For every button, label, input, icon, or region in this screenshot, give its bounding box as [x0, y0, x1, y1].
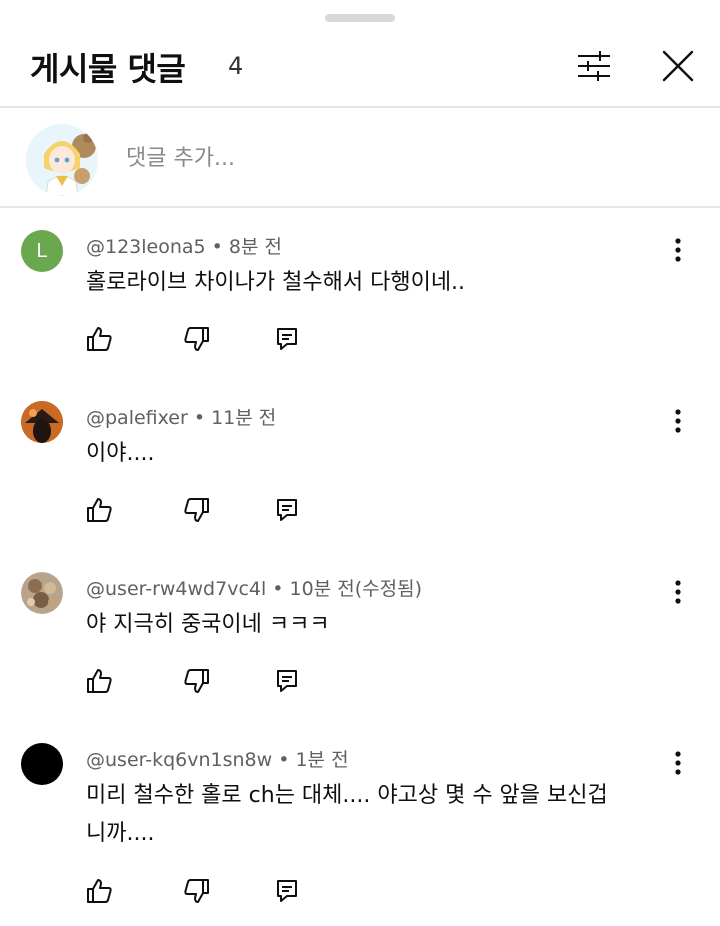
add-comment-row	[0, 108, 720, 206]
avatar-letter: L	[36, 239, 48, 262]
comment-actions	[84, 876, 324, 906]
comment-text: 미리 철수한 홀로 ch는 대체.... 야고상 몇 수 앞을 보신겁니까...…	[86, 783, 608, 846]
thumbs-up-icon	[87, 879, 112, 903]
more-vertical-icon	[675, 238, 681, 262]
user-avatar-image	[21, 572, 63, 614]
thumbs-up-icon	[87, 669, 112, 693]
dislike-button[interactable]	[182, 876, 212, 906]
add-comment-input[interactable]	[126, 138, 666, 178]
comment-meta: @user-kq6vn1sn8w • 1분 전	[86, 749, 349, 771]
thumbs-down-icon	[184, 498, 209, 522]
reply-button[interactable]	[272, 324, 302, 354]
reply-button[interactable]	[272, 876, 302, 906]
close-icon	[662, 50, 694, 82]
like-button[interactable]	[84, 324, 114, 354]
drag-handle[interactable]	[325, 14, 395, 22]
comment-item: L @123leona5 • 8분 전 홀로라이브 차이나가 철수해서 다행이네…	[0, 230, 720, 360]
comment-text: 이야....	[86, 441, 155, 466]
reply-comment-icon	[277, 880, 297, 902]
dislike-button[interactable]	[182, 666, 212, 696]
comment-count: 4	[228, 52, 244, 80]
comments-sheet: 게시물 댓글 4 댓글 추가... L @123leona5 • 8분 전 홀로…	[0, 0, 720, 926]
reply-comment-icon	[277, 499, 297, 521]
dislike-button[interactable]	[182, 495, 212, 525]
avatar[interactable]	[21, 743, 63, 785]
comment-actions	[84, 495, 324, 525]
close-button[interactable]	[656, 44, 700, 88]
reply-button[interactable]	[272, 495, 302, 525]
comment-more-button[interactable]	[664, 401, 692, 441]
comment-more-button[interactable]	[664, 572, 692, 612]
thumbs-up-icon	[87, 327, 112, 351]
dislike-button[interactable]	[182, 324, 212, 354]
comment-item: @palefixer • 11분 전 이야....	[0, 401, 720, 531]
avatar[interactable]: L	[21, 230, 63, 272]
more-vertical-icon	[675, 580, 681, 604]
thumbs-down-icon	[184, 327, 209, 351]
reply-comment-icon	[277, 670, 297, 692]
filter-sliders-icon	[578, 51, 610, 81]
comments-header: 게시물 댓글 4	[0, 30, 720, 106]
filter-button[interactable]	[572, 44, 616, 88]
comment-item: @user-rw4wd7vc4l • 10분 전(수정됨) 야 지극히 중국이네…	[0, 572, 720, 702]
comment-text: 야 지극히 중국이네 ㅋㅋㅋ	[86, 612, 330, 637]
user-avatar-image	[21, 401, 63, 443]
comment-actions	[84, 324, 324, 354]
avatar	[26, 124, 98, 196]
avatar[interactable]	[21, 401, 63, 443]
comment-meta: @123leona5 • 8분 전	[86, 236, 283, 258]
reply-comment-icon	[277, 328, 297, 350]
add-comment-divider	[0, 206, 720, 208]
thumbs-up-icon	[87, 498, 112, 522]
reply-button[interactable]	[272, 666, 302, 696]
comment-text: 홀로라이브 차이나가 철수해서 다행이네..	[86, 270, 466, 295]
avatar[interactable]	[21, 572, 63, 614]
like-button[interactable]	[84, 876, 114, 906]
like-button[interactable]	[84, 495, 114, 525]
comment-item: @user-kq6vn1sn8w • 1분 전 미리 철수한 홀로 ch는 대체…	[0, 743, 720, 923]
comment-actions	[84, 666, 324, 696]
user-avatar-illustration	[26, 124, 98, 196]
more-vertical-icon	[675, 751, 681, 775]
comment-more-button[interactable]	[664, 743, 692, 783]
page-title: 게시물 댓글	[30, 50, 186, 88]
comment-meta: @palefixer • 11분 전	[86, 407, 277, 429]
more-vertical-icon	[675, 409, 681, 433]
thumbs-down-icon	[184, 669, 209, 693]
comment-meta: @user-rw4wd7vc4l • 10분 전(수정됨)	[86, 578, 422, 600]
like-button[interactable]	[84, 666, 114, 696]
comment-more-button[interactable]	[664, 230, 692, 270]
thumbs-down-icon	[184, 879, 209, 903]
